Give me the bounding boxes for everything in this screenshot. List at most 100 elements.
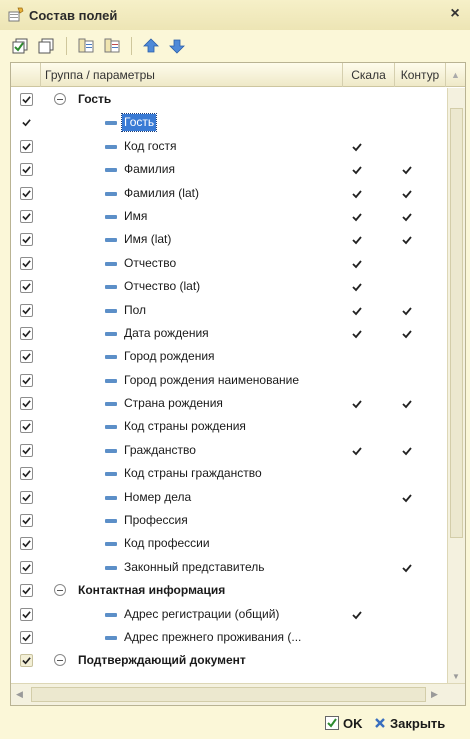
row-checkbox[interactable] bbox=[20, 93, 33, 106]
uncheck-all-button[interactable] bbox=[36, 35, 58, 57]
field-row[interactable]: Гость bbox=[11, 111, 447, 134]
field-row[interactable]: Отчество (lat) bbox=[11, 275, 447, 298]
scale-check-icon[interactable] bbox=[352, 141, 362, 152]
field-row[interactable]: Код страны рождения bbox=[11, 415, 447, 438]
field-row[interactable]: Номер дела bbox=[11, 486, 447, 509]
row-checkbox[interactable] bbox=[20, 116, 33, 129]
row-checkbox[interactable] bbox=[20, 490, 33, 504]
collapse-toggle-icon[interactable] bbox=[54, 584, 66, 597]
contour-check-icon[interactable] bbox=[402, 305, 412, 315]
row-checkbox[interactable] bbox=[20, 163, 33, 177]
row-checkbox[interactable] bbox=[20, 630, 33, 644]
scale-check-icon[interactable] bbox=[352, 164, 362, 175]
group-row[interactable]: Контактная информация bbox=[11, 579, 447, 602]
horizontal-scroll-thumb[interactable] bbox=[31, 687, 426, 702]
horizontal-scrollbar[interactable]: ◀ ▶ bbox=[11, 683, 465, 705]
field-row[interactable]: Код страны гражданство bbox=[11, 462, 447, 485]
scroll-down-arrow-icon[interactable]: ▼ bbox=[452, 672, 460, 681]
field-label: Город рождения bbox=[124, 349, 215, 364]
row-checkbox[interactable] bbox=[20, 467, 33, 481]
scale-check-icon[interactable] bbox=[352, 398, 362, 409]
copy-button[interactable] bbox=[75, 35, 97, 57]
header-contour[interactable]: Контур bbox=[395, 63, 446, 87]
group-row[interactable]: Гость bbox=[11, 88, 447, 111]
field-row[interactable]: Фамилия bbox=[11, 158, 447, 181]
scale-check-icon[interactable] bbox=[352, 445, 362, 456]
contour-check-icon[interactable] bbox=[402, 234, 412, 245]
field-label: Номер дела bbox=[124, 489, 192, 504]
vertical-scroll-thumb[interactable] bbox=[450, 108, 463, 538]
row-checkbox[interactable] bbox=[20, 443, 33, 457]
collapse-toggle-icon[interactable] bbox=[54, 93, 66, 105]
row-checkbox[interactable] bbox=[20, 420, 33, 434]
field-row[interactable]: Профессия bbox=[11, 509, 447, 532]
row-checkbox[interactable] bbox=[20, 584, 33, 598]
row-checkbox[interactable] bbox=[20, 326, 33, 340]
row-checkbox[interactable] bbox=[20, 350, 33, 364]
field-row[interactable]: Код гостя bbox=[11, 135, 447, 158]
field-row[interactable]: Адрес прежнего проживания (... bbox=[11, 626, 447, 649]
header-scale[interactable]: Скала bbox=[343, 63, 395, 87]
contour-check-icon[interactable] bbox=[402, 211, 412, 222]
row-checkbox[interactable] bbox=[20, 373, 33, 387]
field-row[interactable]: Пол bbox=[11, 299, 447, 322]
field-label: Пол bbox=[124, 302, 147, 317]
contour-check-icon[interactable] bbox=[402, 328, 412, 339]
row-checkbox[interactable] bbox=[20, 280, 33, 294]
row-checkbox[interactable] bbox=[20, 209, 33, 223]
collapse-toggle-icon[interactable] bbox=[54, 654, 66, 667]
row-checkbox[interactable] bbox=[20, 139, 33, 153]
field-row[interactable]: Гражданство bbox=[11, 439, 447, 462]
contour-check-icon[interactable] bbox=[402, 562, 412, 573]
close-button[interactable]: Закрыть bbox=[374, 713, 445, 733]
ok-button[interactable]: OK bbox=[325, 713, 363, 733]
move-up-button[interactable] bbox=[140, 35, 162, 57]
field-row[interactable]: Законный представитель bbox=[11, 556, 447, 579]
row-checkbox[interactable] bbox=[20, 186, 33, 200]
check-all-button[interactable] bbox=[10, 35, 32, 57]
contour-check-icon[interactable] bbox=[402, 398, 412, 409]
field-row[interactable]: Код профессии bbox=[11, 532, 447, 555]
field-row[interactable]: Город рождения bbox=[11, 345, 447, 368]
scroll-right-arrow-icon[interactable]: ▶ bbox=[431, 689, 438, 700]
field-row[interactable]: Отчество bbox=[11, 252, 447, 275]
row-checkbox[interactable] bbox=[20, 256, 33, 270]
row-checkbox[interactable] bbox=[20, 537, 33, 551]
window-close-button[interactable]: × bbox=[446, 5, 464, 23]
row-checkbox[interactable] bbox=[20, 607, 33, 621]
header-group-params[interactable]: Группа / параметры bbox=[41, 63, 343, 87]
field-row[interactable]: Город рождения наименование bbox=[11, 369, 447, 392]
scale-check-icon[interactable] bbox=[352, 609, 362, 619]
row-checkbox[interactable] bbox=[20, 303, 33, 317]
contour-check-icon[interactable] bbox=[402, 445, 412, 456]
scale-check-icon[interactable] bbox=[352, 258, 362, 269]
scale-check-icon[interactable] bbox=[352, 305, 362, 315]
field-row[interactable]: Фамилия (lat) bbox=[11, 182, 447, 205]
row-checkbox[interactable] bbox=[20, 654, 33, 668]
field-row[interactable]: Адрес регистрации (общий) bbox=[11, 603, 447, 626]
row-checkbox[interactable] bbox=[20, 397, 33, 411]
field-marker-icon bbox=[105, 168, 117, 173]
scale-check-icon[interactable] bbox=[352, 281, 362, 292]
field-row[interactable]: Имя bbox=[11, 205, 447, 228]
paste-button[interactable] bbox=[101, 35, 123, 57]
scale-check-icon[interactable] bbox=[352, 234, 362, 245]
row-checkbox[interactable] bbox=[20, 233, 33, 247]
scale-check-icon[interactable] bbox=[352, 328, 362, 339]
scale-check-icon[interactable] bbox=[352, 188, 362, 198]
contour-check-icon[interactable] bbox=[402, 164, 412, 175]
field-row[interactable]: Дата рождения bbox=[11, 322, 447, 345]
field-row[interactable]: Страна рождения bbox=[11, 392, 447, 415]
row-checkbox[interactable] bbox=[20, 560, 33, 574]
group-row[interactable]: Подтверждающий документ bbox=[11, 649, 447, 672]
field-marker-icon bbox=[105, 472, 117, 477]
contour-check-icon[interactable] bbox=[402, 188, 412, 198]
field-row[interactable]: Имя (lat) bbox=[11, 228, 447, 251]
row-checkbox[interactable] bbox=[20, 514, 33, 528]
vertical-scrollbar[interactable]: ▼ bbox=[447, 88, 465, 683]
move-down-button[interactable] bbox=[166, 35, 188, 57]
contour-check-icon[interactable] bbox=[402, 492, 412, 502]
scale-check-icon[interactable] bbox=[352, 211, 362, 222]
scroll-left-arrow-icon[interactable]: ◀ bbox=[16, 689, 23, 700]
field-marker-icon bbox=[105, 144, 117, 149]
